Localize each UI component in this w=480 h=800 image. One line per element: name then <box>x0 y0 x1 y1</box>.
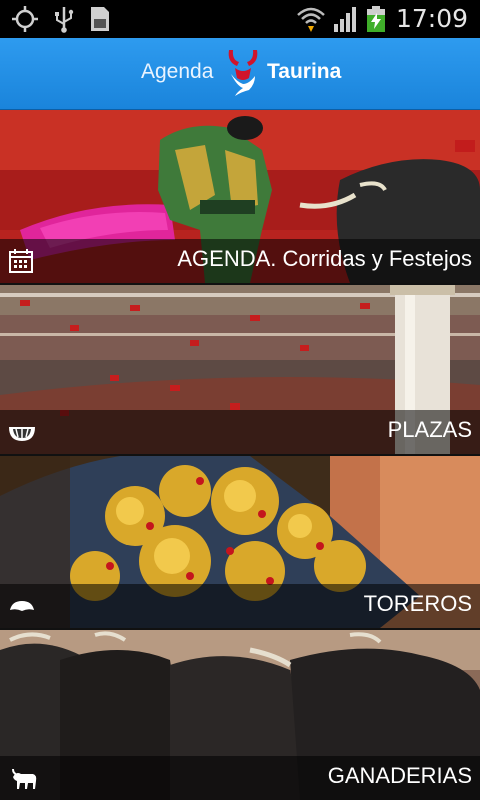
montera-hat-icon <box>10 601 34 611</box>
status-bar: 17:09 <box>0 0 480 38</box>
menu-tile-label-ganaderias: GANADERIAS <box>327 763 472 788</box>
bull-horns-icon <box>228 50 258 96</box>
app-header: Agenda Taurina <box>0 38 480 110</box>
menu-tile-label-plazas: PLAZAS <box>387 417 472 442</box>
sd-card-icon <box>91 7 109 31</box>
menu-tile-caption: GANADERIAS <box>0 756 480 800</box>
menu-tile-caption: PLAZAS <box>0 410 480 454</box>
bullring-icon <box>9 427 35 441</box>
calendar-icon <box>9 249 33 273</box>
usb-icon <box>55 7 74 33</box>
menu-tile-label-agenda: AGENDA. Corridas y Festejos <box>177 246 472 271</box>
menu-tile-ganaderias[interactable]: GANADERIAS <box>0 630 480 800</box>
menu-tile-label-toreros: TOREROS <box>363 591 472 616</box>
menu-tile-agenda[interactable]: AGENDA. Corridas y Festejos <box>0 110 480 283</box>
bull-icon <box>12 769 37 789</box>
menu-tile-toreros[interactable]: TOREROS <box>0 456 480 628</box>
logo-word-agenda: Agenda <box>141 60 214 83</box>
gps-icon <box>12 6 38 32</box>
wifi-icon <box>297 7 325 32</box>
menu-tile-plazas[interactable]: PLAZAS <box>0 285 480 454</box>
signal-icon <box>334 7 356 32</box>
status-clock: 17:09 <box>395 4 468 33</box>
battery-charging-icon <box>367 6 385 32</box>
app-logo: Agenda Taurina <box>141 48 341 100</box>
logo-word-taurina: Taurina <box>267 60 342 83</box>
menu-tile-caption: AGENDA. Corridas y Festejos <box>0 239 480 283</box>
menu-tile-caption: TOREROS <box>0 584 480 628</box>
